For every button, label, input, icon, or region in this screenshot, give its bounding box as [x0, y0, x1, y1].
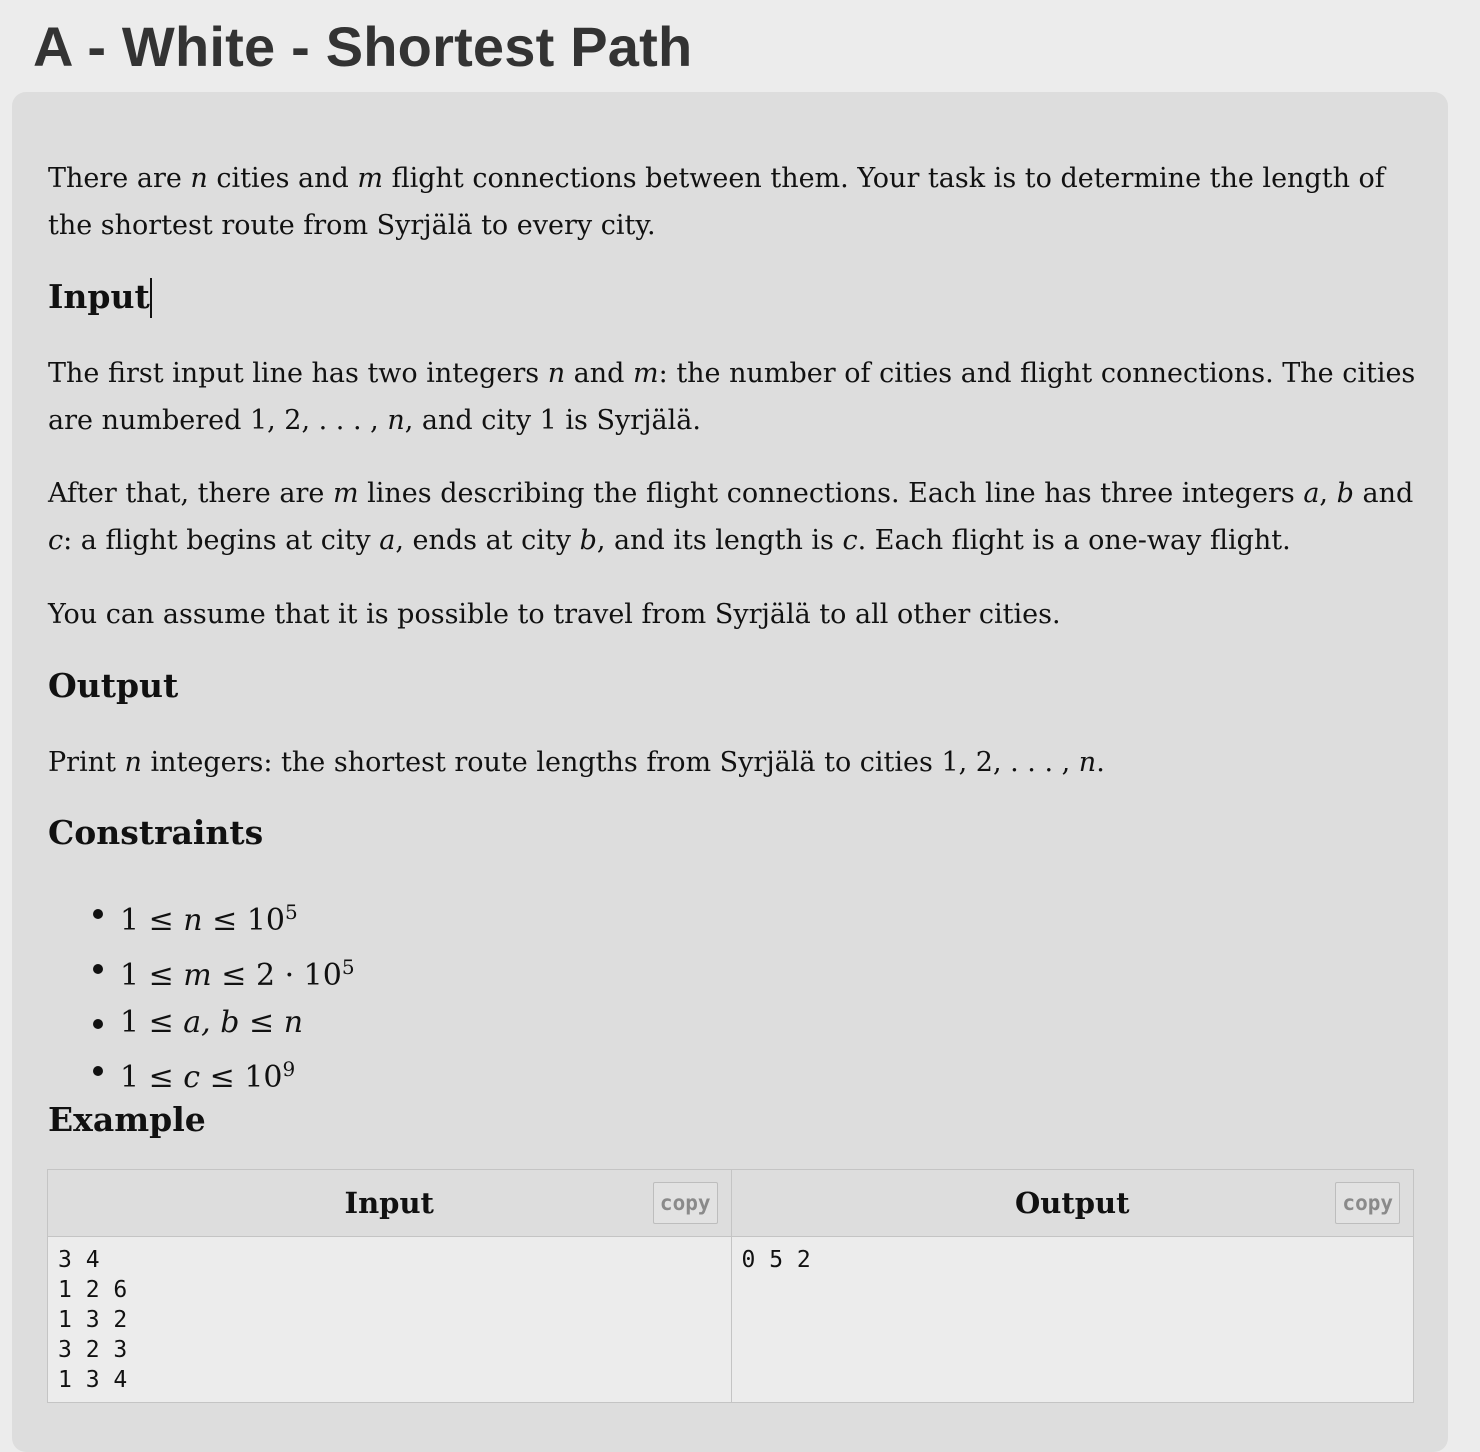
input-heading: Input	[48, 277, 152, 318]
example-input-text[interactable]: 3 4 1 2 6 1 3 2 3 2 3 1 3 4	[48, 1237, 731, 1402]
example-output-column: Output copy 0 5 2	[730, 1170, 1413, 1402]
constraint-item: 1 ≤ c ≤ 109	[48, 1046, 355, 1101]
page-title: A - White - Shortest Path	[33, 15, 693, 78]
intro-paragraph: There are n cities and m flight connecti…	[48, 163, 1385, 241]
input-paragraph-3: You can assume that it is possible to tr…	[48, 599, 1061, 630]
text-cursor	[149, 278, 152, 318]
input-paragraph-2: After that, there are m lines describing…	[48, 478, 1414, 556]
constraint-item: 1 ≤ n ≤ 105	[48, 889, 355, 944]
example-output-label: Output	[1015, 1186, 1130, 1220]
example-input-label: Input	[344, 1186, 434, 1220]
constraint-item: 1 ≤ m ≤ 2 · 105	[48, 944, 355, 999]
constraint-item: 1 ≤ a, b ≤ n	[48, 999, 355, 1046]
example-table: Input copy 3 4 1 2 6 1 3 2 3 2 3 1 3 4 O…	[47, 1169, 1414, 1403]
constraints-heading: Constraints	[48, 813, 264, 852]
example-input-header: Input copy	[48, 1170, 731, 1237]
copy-output-button[interactable]: copy	[1335, 1182, 1400, 1224]
output-paragraph: Print n integers: the shortest route len…	[48, 747, 1105, 778]
example-output-text[interactable]: 0 5 2	[731, 1237, 1413, 1402]
example-input-column: Input copy 3 4 1 2 6 1 3 2 3 2 3 1 3 4	[48, 1170, 731, 1402]
input-paragraph-1: The first input line has two integers n …	[48, 358, 1416, 436]
copy-input-button[interactable]: copy	[652, 1182, 718, 1224]
output-heading: Output	[48, 666, 179, 705]
constraints-list: 1 ≤ n ≤ 105 1 ≤ m ≤ 2 · 105 1 ≤ a, b ≤ n…	[48, 889, 355, 1101]
example-heading: Example	[48, 1100, 206, 1139]
example-output-header: Output copy	[731, 1170, 1413, 1237]
